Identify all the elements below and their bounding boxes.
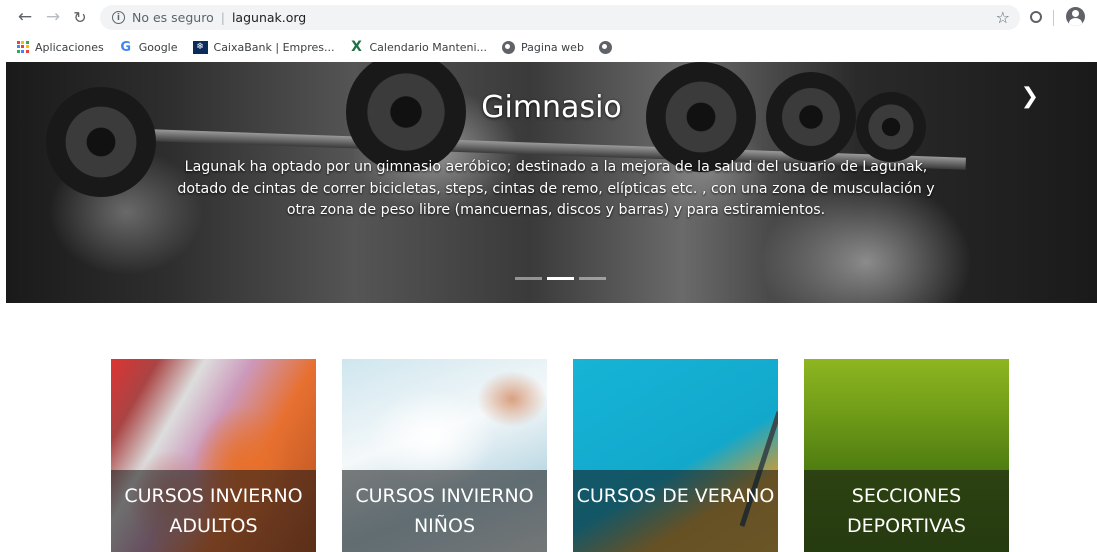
info-icon[interactable]: i	[112, 11, 125, 24]
bookmark-pagina-web[interactable]: Pagina web	[502, 40, 584, 54]
back-arrow-icon[interactable]: ←	[14, 6, 36, 28]
excel-icon: X	[351, 39, 362, 55]
card-cursos-invierno-ninos[interactable]: CURSOS INVIERNO NIÑOS	[342, 359, 547, 552]
bookmark-star-icon[interactable]: ☆	[996, 8, 1010, 27]
google-icon: G	[120, 39, 132, 55]
caixabank-icon: ❄	[192, 40, 208, 54]
slide-indicator-1[interactable]	[515, 277, 542, 280]
card-label: CURSOS INVIERNO NIÑOS	[355, 485, 534, 537]
extension-icon[interactable]	[1030, 11, 1042, 23]
globe-icon	[598, 40, 612, 54]
card-label: SECCIONES DEPORTIVAS	[847, 485, 966, 537]
browser-toolbar: ← → ↻ i No es seguro | lagunak.org ☆	[0, 0, 1097, 34]
hero-title: Gimnasio	[481, 90, 622, 125]
globe-icon	[502, 40, 516, 54]
card-label: CURSOS DE VERANO	[576, 485, 775, 507]
apps-icon	[16, 40, 29, 54]
card-cursos-de-verano[interactable]: CURSOS DE VERANO	[573, 359, 778, 552]
bookmark-label: CaixaBank | Empres...	[213, 40, 335, 54]
address-separator: |	[220, 10, 225, 25]
bookmark-label: Aplicaciones	[35, 40, 104, 54]
slide-indicator-3[interactable]	[579, 277, 606, 280]
bookmark-label: Calendario Manteni...	[369, 40, 488, 54]
bookmark-label: Google	[138, 40, 178, 54]
bookmark-label: Pagina web	[521, 40, 584, 54]
bookmark-unnamed[interactable]	[598, 40, 618, 54]
forward-arrow-icon[interactable]: →	[42, 6, 64, 28]
card-label: CURSOS INVIERNO ADULTOS	[124, 485, 303, 537]
toolbar-divider	[1053, 10, 1054, 26]
profile-avatar-icon[interactable]	[1066, 7, 1085, 26]
slide-indicator-2[interactable]	[547, 277, 574, 280]
hero-slider: ❯ Gimnasio Lagunak ha optado por un gimn…	[6, 62, 1097, 303]
card-cursos-invierno-adultos[interactable]: CURSOS INVIERNO ADULTOS	[111, 359, 316, 552]
bookmark-caixabank[interactable]: ❄ CaixaBank | Empres...	[192, 40, 335, 54]
bookmark-aplicaciones[interactable]: Aplicaciones	[16, 41, 104, 54]
bookmark-google[interactable]: G Google	[119, 39, 178, 55]
hero-description: Lagunak ha optado por un gimnasio aeróbi…	[177, 159, 935, 218]
slider-indicators	[515, 277, 611, 280]
bookmarks-bar: Aplicaciones G Google ❄ CaixaBank | Empr…	[0, 34, 1097, 60]
reload-icon[interactable]: ↻	[69, 6, 91, 28]
bookmark-calendario[interactable]: X Calendario Manteni...	[350, 39, 488, 55]
security-status: No es seguro	[132, 10, 214, 25]
address-bar[interactable]: i No es seguro | lagunak.org ☆	[100, 5, 1020, 30]
card-secciones-deportivas[interactable]: SECCIONES DEPORTIVAS	[804, 359, 1009, 552]
url-text[interactable]: lagunak.org	[232, 10, 306, 25]
